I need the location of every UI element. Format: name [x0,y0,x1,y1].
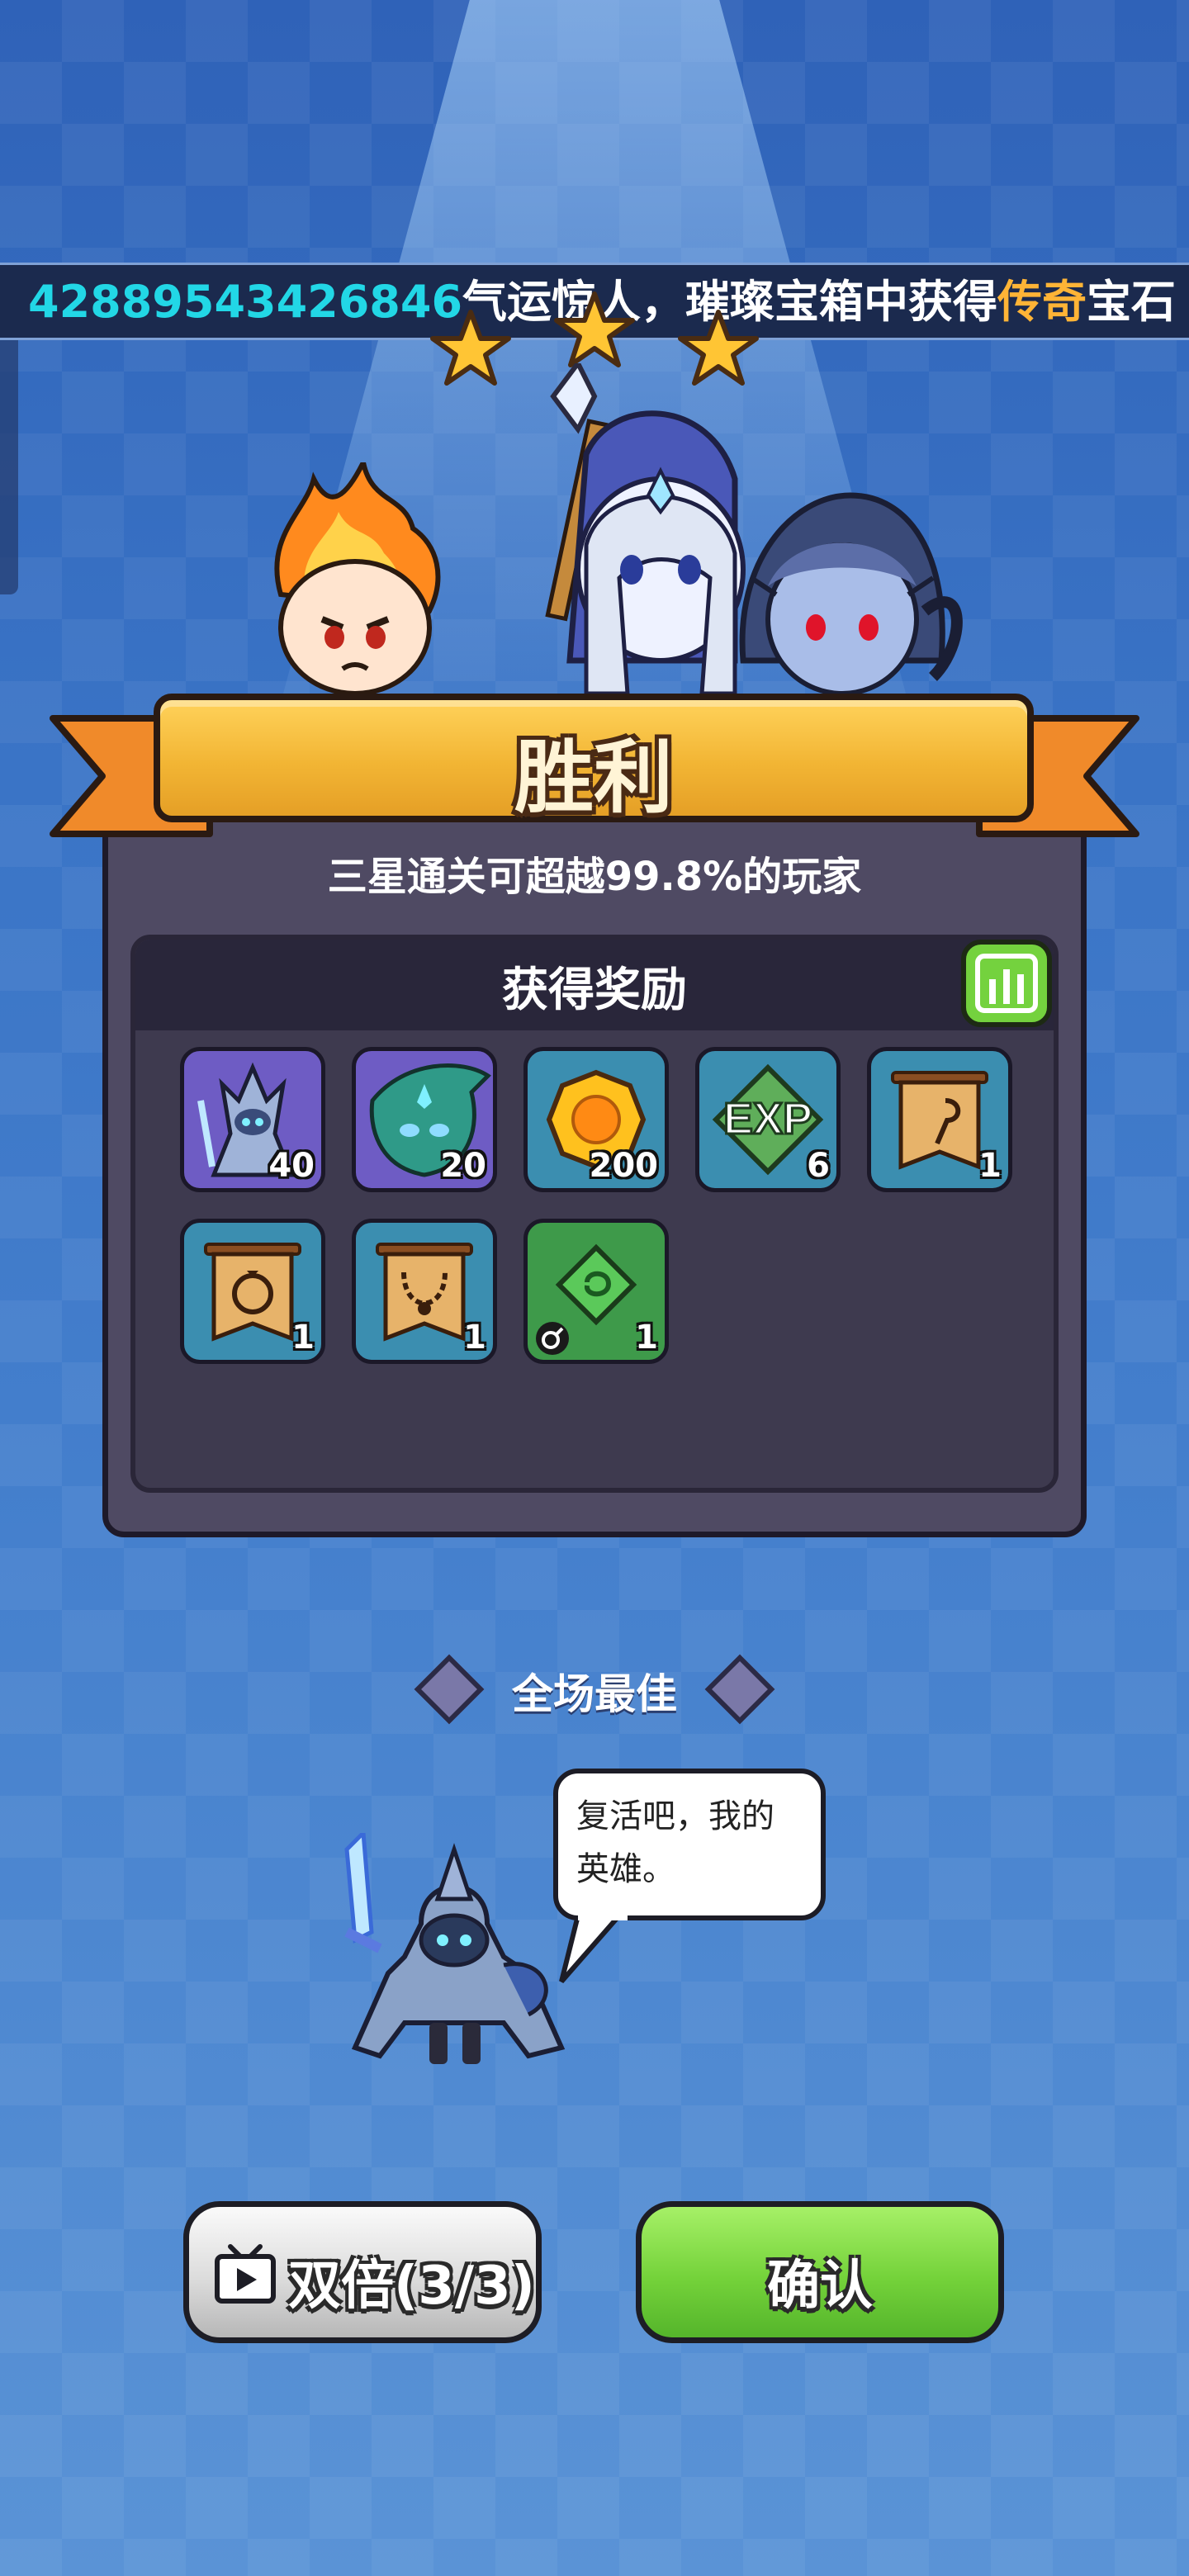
victory-title: 胜利 [514,732,673,824]
reward-item-exp[interactable]: EXP 6 [695,1047,841,1192]
confirm-label: 确认 [767,2256,873,2317]
reward-item-staff-scroll[interactable]: 1 [867,1047,1012,1192]
reward-item-gold[interactable]: 200 [523,1047,669,1192]
reward-count: 1 [635,1319,658,1357]
reward-item-knight-shard[interactable]: 40 [180,1047,325,1192]
star-icon [554,291,635,367]
reward-count: 1 [291,1319,315,1357]
reward-count: 40 [268,1147,315,1185]
double-reward-label: 双倍(3/3) [288,2256,535,2317]
victory-banner: 胜利 [154,694,1034,824]
reward-item-necklace-scroll[interactable]: 1 [352,1219,497,1364]
ticker-text-end: 宝石 [1087,276,1177,328]
reward-count: 6 [807,1147,830,1185]
reward-count: 1 [463,1319,486,1357]
confirm-button[interactable]: 确认 [636,2201,1004,2343]
mvp-label-row: 全场最佳 [0,1654,1189,1725]
reward-item-ring-scroll[interactable]: 1 [180,1219,325,1364]
ice-mage-hero-portrait [545,363,746,696]
side-drawer-tab[interactable] [0,330,18,594]
reward-count: 20 [440,1147,486,1185]
fire-hero-portrait [274,462,441,696]
mvp-knight-hero [344,1833,566,2064]
ticker-legend-word: 传奇 [997,276,1087,328]
statistics-button[interactable] [961,940,1052,1027]
video-ad-icon [215,2244,276,2304]
mvp-label: 全场最佳 [512,1670,677,1718]
ticker-player-id: 42889543426846 [28,276,463,328]
double-reward-button[interactable]: 双倍(3/3) [183,2201,542,2343]
reward-item-naga-shard[interactable]: 20 [352,1047,497,1192]
bar-chart-icon [975,954,1038,1013]
reward-count: 200 [589,1147,659,1185]
reward-count: 1 [978,1147,1002,1185]
svg-text:EXP: EXP [723,1094,812,1144]
shadow-hero-portrait [739,492,963,696]
reward-item-green-gem[interactable]: 1 [523,1219,669,1364]
mvp-quote: 复活吧，我的 英雄。 [576,1797,775,1888]
result-subtitle: 三星通关可超越99.8%的玩家 [327,854,862,900]
